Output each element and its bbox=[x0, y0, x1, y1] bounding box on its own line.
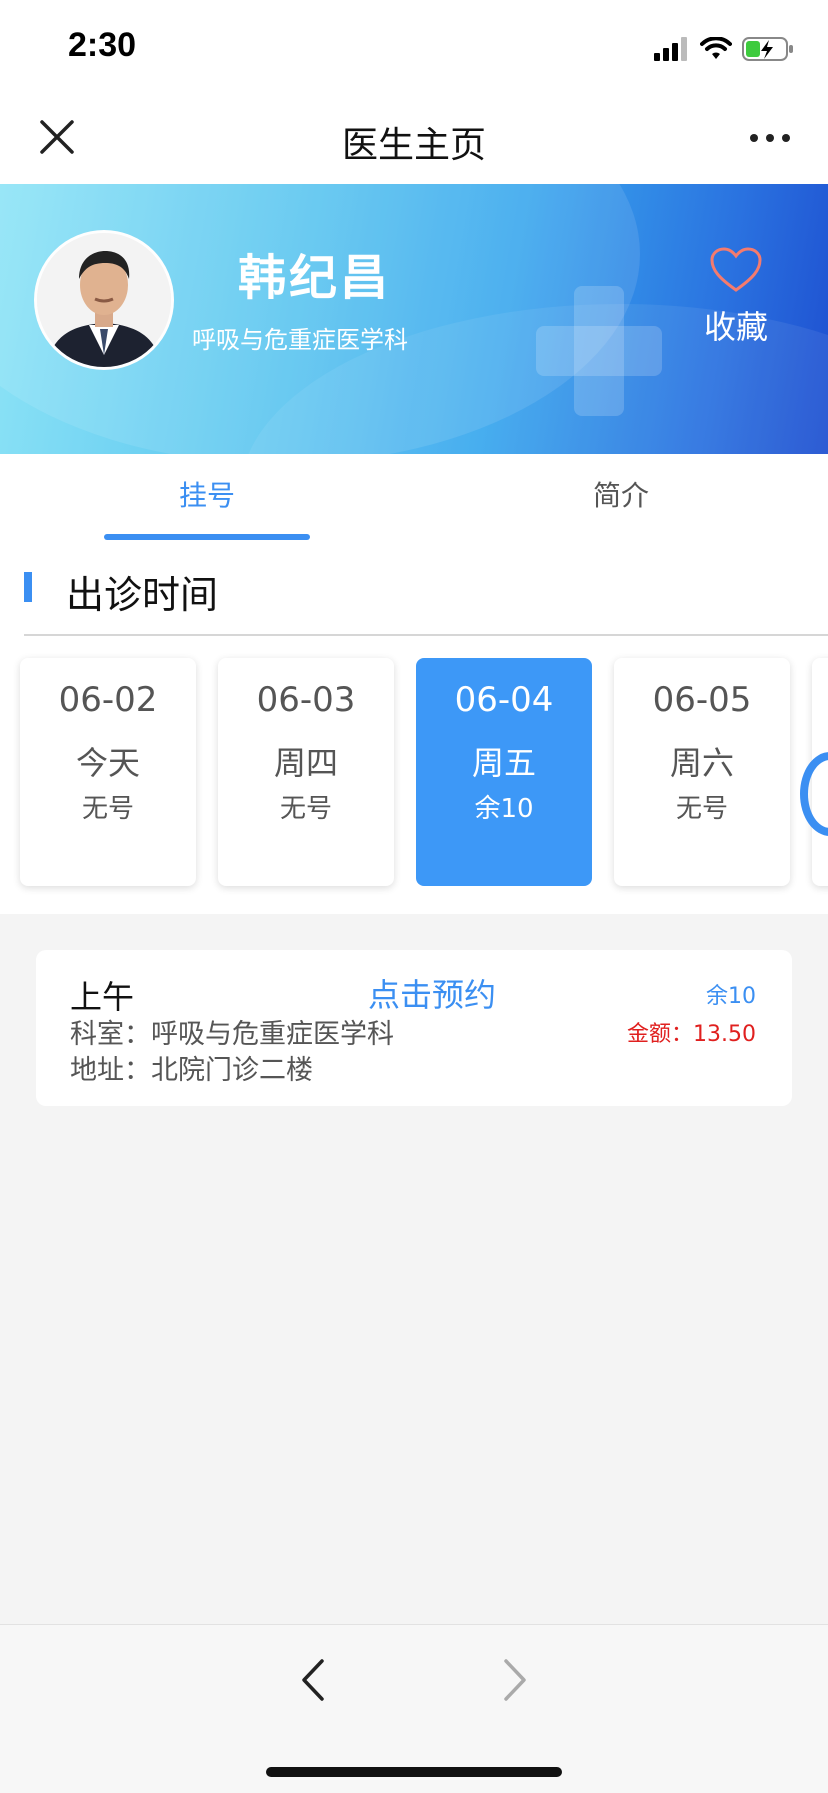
book-appointment-button[interactable]: 点击预约 bbox=[368, 970, 496, 1016]
tab-register[interactable]: 挂号 bbox=[0, 454, 414, 540]
doctor-header: 韩纪昌 呼吸与危重症医学科 收藏 bbox=[0, 184, 828, 454]
slot-address: 地址：北院门诊二楼 bbox=[70, 1055, 313, 1086]
tab-intro-label: 简介 bbox=[592, 479, 649, 512]
day-date: 06-05 bbox=[652, 680, 752, 720]
day-card-selected[interactable]: 06-04 周五 余10 bbox=[416, 658, 592, 886]
doctor-department: 呼吸与危重症医学科 bbox=[192, 326, 408, 354]
slot-remaining: 余10 bbox=[706, 984, 756, 1009]
favorite-label: 收藏 bbox=[703, 308, 768, 346]
status-bar: 2:30 bbox=[0, 0, 828, 92]
chevron-right-icon[interactable] bbox=[494, 1655, 534, 1705]
tab-bar: 挂号 简介 bbox=[0, 454, 828, 541]
day-weekday: 周四 bbox=[273, 744, 338, 782]
medical-cross-decoration bbox=[536, 326, 662, 376]
page-title: 医生主页 bbox=[341, 125, 486, 166]
day-availability: 无号 bbox=[81, 794, 134, 824]
day-weekday: 今天 bbox=[75, 744, 140, 782]
day-date: 06-04 bbox=[454, 680, 554, 720]
day-availability: 无号 bbox=[279, 794, 332, 824]
appointment-slot-card: 上午 点击预约 余10 科室：呼吸与危重症医学科 金额：13.50 地址：北院门… bbox=[36, 950, 792, 1106]
nav-bar: 医生主页 bbox=[0, 92, 828, 185]
status-time: 2:30 bbox=[68, 26, 137, 64]
day-weekday: 周六 bbox=[669, 744, 734, 782]
tab-register-label: 挂号 bbox=[178, 479, 235, 512]
tab-intro[interactable]: 简介 bbox=[414, 454, 828, 540]
day-card[interactable]: 06-03 周四 无号 bbox=[218, 658, 394, 886]
divider bbox=[24, 634, 828, 636]
slot-department: 科室：呼吸与危重症医学科 bbox=[70, 1019, 394, 1050]
day-availability: 无号 bbox=[675, 794, 728, 824]
schedule-section: 出诊时间 06-02 今天 无号 06-03 周四 无号 06-04 周五 余1… bbox=[0, 540, 828, 914]
battery-charging-icon bbox=[742, 37, 793, 61]
home-indicator bbox=[266, 1767, 562, 1777]
heart-outline-icon bbox=[710, 247, 762, 292]
day-availability: 余10 bbox=[474, 794, 534, 824]
doctor-avatar bbox=[34, 230, 174, 370]
favorite-button[interactable]: 收藏 bbox=[694, 246, 778, 348]
cellular-signal-icon bbox=[654, 37, 687, 61]
wifi-icon bbox=[700, 37, 732, 59]
day-date: 06-03 bbox=[256, 680, 356, 720]
status-icons bbox=[654, 34, 794, 64]
schedule-title: 出诊时间 bbox=[66, 573, 219, 617]
day-weekday: 周五 bbox=[471, 744, 536, 782]
slot-fee: 金额：13.50 bbox=[627, 1022, 756, 1047]
chevron-left-icon[interactable] bbox=[294, 1655, 334, 1705]
day-date: 06-02 bbox=[58, 680, 158, 720]
doctor-name: 韩纪昌 bbox=[238, 250, 392, 306]
more-dots-icon[interactable] bbox=[746, 118, 794, 158]
day-card[interactable]: 06-02 今天 无号 bbox=[20, 658, 196, 886]
bottom-nav-bar bbox=[0, 1624, 828, 1793]
day-card[interactable]: 06-05 周六 无号 bbox=[614, 658, 790, 886]
section-marker bbox=[24, 572, 32, 602]
